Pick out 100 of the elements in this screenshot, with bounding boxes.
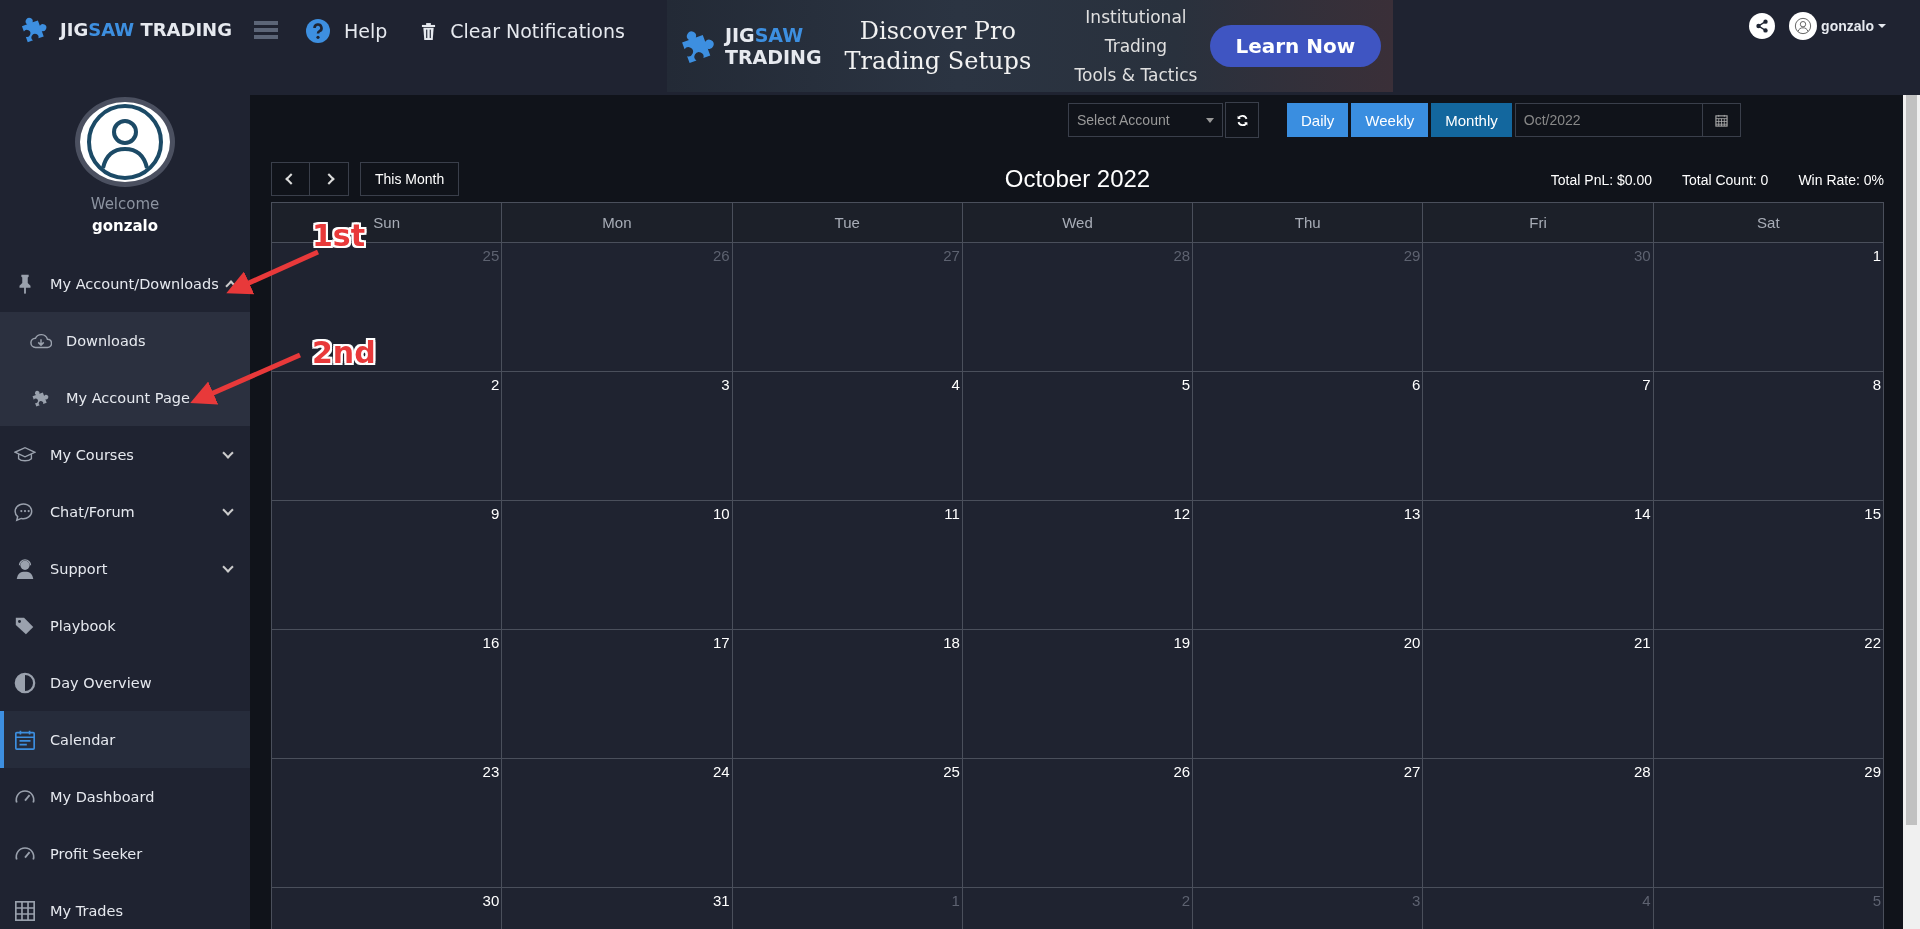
sidebar-item[interactable]: My Trades <box>0 882 250 929</box>
day-number: 2 <box>490 376 500 393</box>
banner-tagline: Trading <box>1104 34 1168 58</box>
refresh-button[interactable] <box>1225 102 1259 138</box>
day-cell[interactable]: 2 <box>272 372 503 501</box>
day-number: 20 <box>1403 634 1421 651</box>
day-cell[interactable]: 18 <box>732 630 963 759</box>
day-cell[interactable]: 1 <box>1653 243 1884 372</box>
sidebar-item[interactable]: Playbook <box>0 597 250 654</box>
day-cell[interactable]: 14 <box>1423 501 1654 630</box>
day-number: 29 <box>1403 247 1421 264</box>
sidebar-item[interactable]: My Account/Downloads <box>0 255 250 312</box>
person-headset-icon <box>14 557 36 580</box>
day-cell[interactable]: 15 <box>1653 501 1884 630</box>
day-number: 24 <box>712 763 730 780</box>
day-number: 5 <box>1872 892 1881 909</box>
day-cell[interactable]: 3 <box>502 372 733 501</box>
weekday-header: Wed <box>962 203 1194 243</box>
sidebar-item[interactable]: Support <box>0 540 250 597</box>
day-cell[interactable]: 22 <box>1653 630 1884 759</box>
day-cell[interactable]: 10 <box>502 501 733 630</box>
day-number: 13 <box>1403 505 1421 522</box>
day-number: 28 <box>1634 763 1651 780</box>
day-cell[interactable]: 20 <box>1193 630 1424 759</box>
sidebar-item[interactable]: Profit Seeker <box>0 825 250 882</box>
day-cell[interactable]: 11 <box>732 501 963 630</box>
date-field[interactable]: Oct/2022 <box>1514 103 1703 137</box>
help-link[interactable]: Help <box>305 14 388 48</box>
day-cell[interactable]: 6 <box>1193 372 1424 501</box>
menu-icon[interactable] <box>253 20 278 40</box>
day-cell[interactable]: 29 <box>1653 759 1884 888</box>
day-number: 16 <box>482 634 500 651</box>
day-number: 12 <box>1173 505 1191 522</box>
day-number: 3 <box>721 376 730 393</box>
trash-icon <box>421 22 437 40</box>
day-number: 5 <box>1181 376 1191 393</box>
account-select[interactable]: Select Account <box>1068 103 1223 137</box>
day-cell[interactable]: 8 <box>1653 372 1884 501</box>
day-cell[interactable]: 16 <box>272 630 503 759</box>
clear-notifications-link[interactable]: Clear Notifications <box>421 14 625 48</box>
day-number: 28 <box>1173 247 1191 264</box>
calendar-title: October 2022 <box>1004 165 1151 193</box>
day-cell[interactable]: 23 <box>272 759 503 888</box>
logo-text: JIGSAW TRADING <box>60 18 232 40</box>
day-cell[interactable]: 21 <box>1423 630 1654 759</box>
day-cell[interactable]: 31 <box>502 888 733 929</box>
day-number: 27 <box>1403 763 1421 780</box>
banner-tagline: Institutional <box>1085 5 1187 29</box>
day-cell[interactable]: 9 <box>272 501 503 630</box>
day-cell[interactable]: 28 <box>1423 759 1654 888</box>
half-circle-icon <box>14 671 36 694</box>
day-cell[interactable]: 19 <box>962 630 1194 759</box>
banner-tagline: Tools & Tactics <box>1074 63 1198 87</box>
sidebar-item[interactable]: My Dashboard <box>0 768 250 825</box>
day-cell[interactable]: 25 <box>732 759 963 888</box>
this-month-button[interactable]: This Month <box>360 162 460 196</box>
annotation-label: 2nd <box>312 335 376 370</box>
sidebar-item[interactable]: Day Overview <box>0 654 250 711</box>
user-menu[interactable]: gonzalo <box>1789 12 1886 40</box>
day-cell[interactable]: 30 <box>272 888 503 929</box>
day-number: 6 <box>1412 376 1421 393</box>
weekday-header: Fri <box>1423 203 1654 243</box>
day-cell[interactable]: 17 <box>502 630 733 759</box>
weekday-header: Sat <box>1653 203 1884 243</box>
scrollbar[interactable] <box>1903 95 1920 929</box>
view-tab[interactable]: Monthly <box>1431 103 1512 137</box>
day-number: 1 <box>1872 247 1881 264</box>
weekday-header: Tue <box>732 203 963 243</box>
day-cell[interactable]: 27 <box>1193 759 1424 888</box>
day-number: 27 <box>943 247 960 264</box>
calendar-picker-button[interactable] <box>1702 103 1741 137</box>
sidebar-item[interactable]: My Courses <box>0 426 250 483</box>
day-number: 18 <box>943 634 960 651</box>
submenu-item[interactable]: Downloads <box>0 312 250 369</box>
grid-icon <box>14 899 36 922</box>
day-cell[interactable]: 4 <box>732 372 963 501</box>
day-cell[interactable]: 7 <box>1423 372 1654 501</box>
user-avatar-icon <box>1794 17 1813 35</box>
day-cell[interactable]: 13 <box>1193 501 1424 630</box>
day-number: 31 <box>712 892 730 909</box>
sidebar-item[interactable]: Chat/Forum <box>0 483 250 540</box>
ad-banner[interactable]: JIGSAW TRADING Discover Pro Trading Setups Institutional Trading Tools & Tactics Learn Now <box>666 0 1393 92</box>
summary-stat: Win Rate: 0% <box>1798 172 1884 188</box>
day-cell[interactable]: 5 <box>962 372 1194 501</box>
day-cell[interactable]: 12 <box>962 501 1194 630</box>
day-number: 4 <box>951 376 960 393</box>
sidebar-item[interactable]: Calendar <box>0 711 250 768</box>
day-cell[interactable]: 26 <box>962 759 1194 888</box>
welcome-text: Welcome <box>90 195 160 213</box>
day-number: 30 <box>482 892 500 909</box>
day-number: 21 <box>1634 634 1651 651</box>
day-number: 11 <box>944 505 960 522</box>
day-number: 30 <box>1634 247 1651 264</box>
weekday-header: Thu <box>1193 203 1424 243</box>
submenu-item[interactable]: My Account Page <box>0 369 250 426</box>
day-cell[interactable]: 24 <box>502 759 733 888</box>
learn-now-button[interactable]: Learn Now <box>1209 25 1381 67</box>
day-number: 4 <box>1642 892 1651 909</box>
share-icon[interactable] <box>1749 13 1776 39</box>
day-number: 15 <box>1864 505 1881 522</box>
